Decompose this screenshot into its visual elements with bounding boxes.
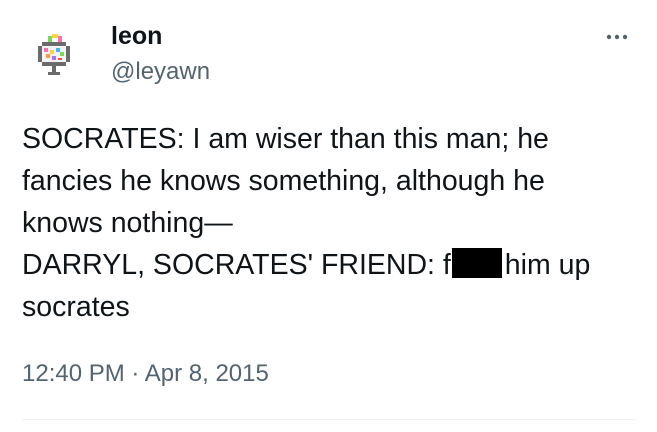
more-options-button[interactable] bbox=[600, 26, 634, 46]
tweet-text-line: fancies he knows something, although he bbox=[22, 165, 545, 197]
tweet-text-segment: him up bbox=[504, 249, 591, 281]
tweet-text: SOCRATES: I am wiser than this man; he f… bbox=[22, 118, 622, 328]
more-horizontal-icon bbox=[606, 34, 628, 40]
author-handle[interactable]: @leyawn bbox=[111, 56, 210, 88]
pixel-art-avatar-icon bbox=[22, 22, 86, 86]
tweet-text-segment: DARRYL, SOCRATES' FRIEND: f bbox=[22, 249, 451, 281]
author-display-name[interactable]: leon bbox=[111, 20, 210, 52]
author-names: leon @leyawn bbox=[111, 20, 210, 88]
tweet-timestamp: 12:40 PM · Apr 8, 2015 bbox=[22, 357, 269, 391]
divider bbox=[22, 419, 636, 420]
tweet-text-line: knows nothing— bbox=[22, 207, 233, 239]
tweet-text-line-redacted: DARRYL, SOCRATES' FRIEND: f him up bbox=[22, 244, 622, 286]
tweet-card: leon @leyawn SOCRATES: I am wiser than t… bbox=[0, 0, 657, 432]
timestamp-link[interactable]: 12:40 PM · Apr 8, 2015 bbox=[22, 360, 269, 387]
tweet-time: 12:40 PM bbox=[22, 360, 125, 387]
tweet-date: Apr 8, 2015 bbox=[144, 360, 269, 387]
author-avatar[interactable] bbox=[22, 22, 86, 86]
redaction-block bbox=[451, 248, 502, 278]
tweet-text-line: SOCRATES: I am wiser than this man; he bbox=[22, 123, 549, 155]
tweet-text-line: socrates bbox=[22, 291, 130, 323]
meta-separator: · bbox=[131, 360, 140, 387]
